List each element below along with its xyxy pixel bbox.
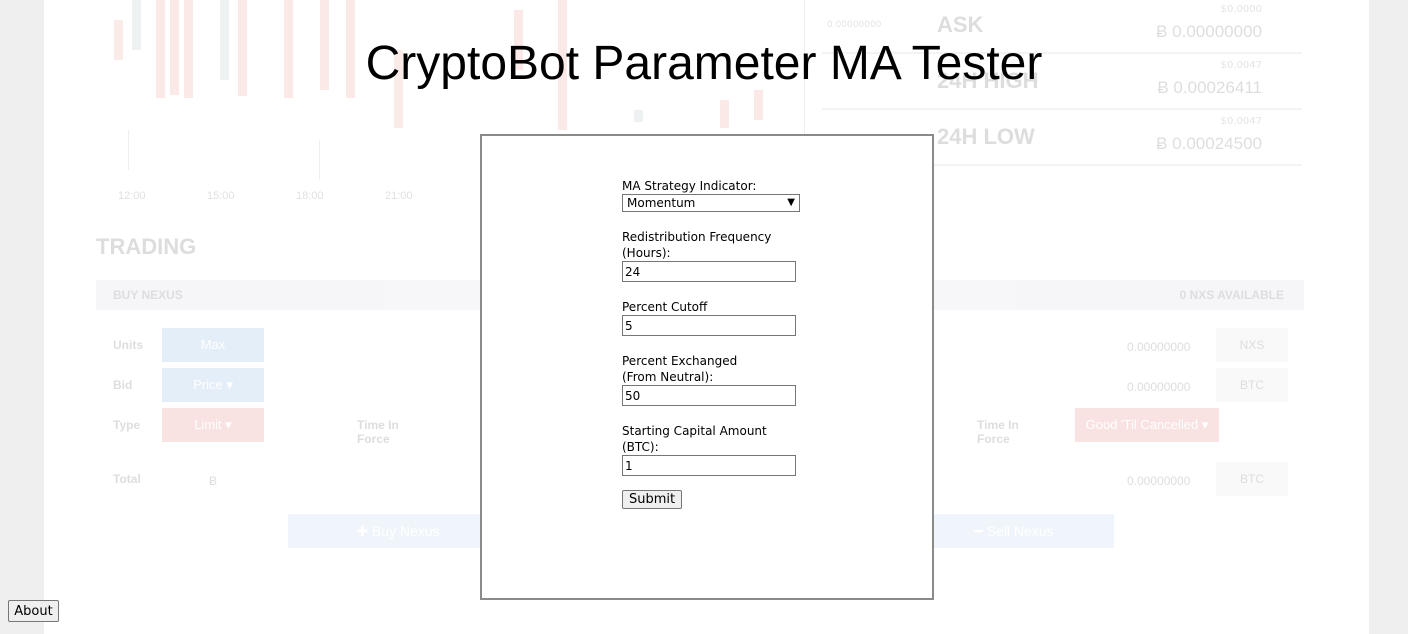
units-label: Units — [113, 338, 143, 352]
frequency-label-line1: Redistribution Frequency — [622, 230, 772, 244]
chart-candle — [634, 110, 643, 122]
submit-button[interactable]: Submit — [622, 490, 683, 509]
frequency-input[interactable] — [622, 261, 796, 282]
exchanged-field: Percent Exchanged (From Neutral): — [622, 353, 802, 406]
chart-axis-label: 12:00 — [118, 190, 146, 202]
chart-candle — [720, 100, 729, 128]
chart-wick — [128, 130, 129, 170]
chart-wick — [319, 140, 320, 180]
price-dropdown: Price ▾ — [162, 368, 264, 402]
unit-nxs: NXS — [1216, 328, 1288, 362]
chart-axis-label: 21:00 — [385, 190, 413, 202]
bid-value: 0.00000000 — [1127, 380, 1191, 394]
available-label: 0 NXS AVAILABLE — [1179, 288, 1284, 302]
buy-bar-label: BUY NEXUS — [113, 288, 183, 302]
indicator-selected-value: Momentum — [627, 196, 696, 210]
type-label: Type — [113, 418, 141, 432]
chart-candle — [754, 90, 763, 120]
page-title: CryptoBot Parameter MA Tester — [365, 37, 1043, 90]
unit-btc: BTC — [1216, 462, 1288, 496]
tester-form-panel: MA Strategy Indicator: Momentum ▼ Redist… — [480, 134, 934, 600]
dropdown-arrow-icon: ▼ — [787, 197, 795, 208]
stat-tiny: 0.00000000 — [827, 20, 882, 30]
bid-label: Bid — [113, 378, 133, 392]
total-value: 0.00000000 — [1127, 474, 1191, 488]
cutoff-input[interactable] — [622, 315, 796, 336]
indicator-select[interactable]: Momentum ▼ — [622, 194, 800, 212]
cutoff-label: Percent Cutoff — [622, 300, 708, 314]
stat-usd: $0.0047 — [1220, 116, 1262, 127]
time-in-force-label: Time In Force — [357, 418, 399, 446]
total-label: Total — [113, 472, 141, 486]
trading-heading: TRADING — [96, 234, 197, 259]
exchanged-label-line2: (From Neutral): — [622, 370, 714, 384]
capital-input[interactable] — [622, 455, 796, 476]
cutoff-field: Percent Cutoff — [622, 299, 802, 336]
buy-nexus-button: ✚ Buy Nexus — [288, 514, 508, 548]
stat-usd: $0.0000 — [1220, 4, 1262, 15]
exchanged-label-line1: Percent Exchanged — [622, 354, 738, 368]
units-value: 0.00000000 — [1127, 340, 1191, 354]
stat-label: 24H LOW — [937, 124, 1035, 149]
total-bitcoin-sign: Ƀ — [209, 474, 218, 488]
sell-nexus-button: ━ Sell Nexus — [914, 514, 1114, 548]
capital-label-line2: (BTC): — [622, 440, 659, 454]
time-in-force-label: Time In Force — [977, 418, 1019, 446]
ma-tester-form: MA Strategy Indicator: Momentum ▼ Redist… — [622, 178, 802, 509]
chart-axis-label: 18:00 — [296, 190, 324, 202]
stat-value: Ƀ 0.00024500 — [1156, 134, 1262, 153]
frequency-field: Redistribution Frequency (Hours): — [622, 229, 802, 282]
unit-btc: BTC — [1216, 368, 1288, 402]
capital-label-line1: Starting Capital Amount — [622, 424, 767, 438]
gtc-dropdown: Good 'Til Cancelled ▾ — [1075, 408, 1219, 442]
indicator-label: MA Strategy Indicator: — [622, 179, 757, 193]
exchanged-input[interactable] — [622, 385, 796, 406]
limit-dropdown: Limit ▾ — [162, 408, 264, 442]
chart-axis-label: 15:00 — [207, 190, 235, 202]
indicator-field: MA Strategy Indicator: Momentum ▼ — [622, 178, 802, 212]
frequency-label-line2: (Hours): — [622, 246, 671, 260]
capital-field: Starting Capital Amount (BTC): — [622, 423, 802, 476]
about-button[interactable]: About — [8, 600, 59, 622]
stat-label: ASK — [937, 12, 984, 37]
max-button: Max — [162, 328, 264, 362]
